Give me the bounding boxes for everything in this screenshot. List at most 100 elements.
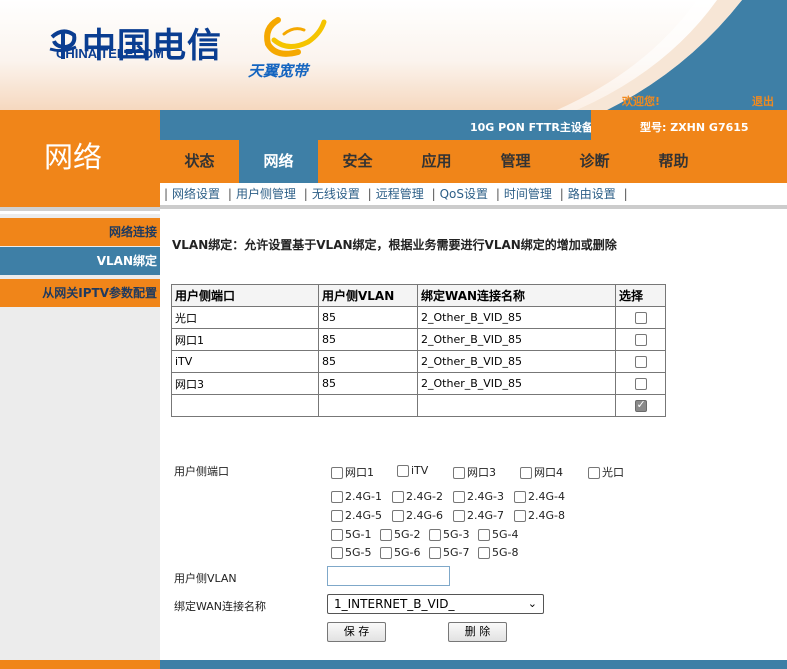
row-select-checkbox[interactable] [634,378,647,390]
port-option-5g-5[interactable]: 5G-5 [331,546,372,559]
option-label: 5G-2 [394,528,421,541]
port-option-itv[interactable]: iTV [397,464,428,477]
checkbox[interactable] [514,491,526,503]
port-option-24g-7[interactable]: 2.4G-7 [453,509,504,522]
option-label: 5G-5 [345,546,372,559]
footer-bar-left [0,660,160,669]
cell-port: 网口1 [171,328,319,351]
checkbox[interactable] [429,529,441,541]
port-option-lan3[interactable]: 网口3 [453,464,496,480]
subnav-qos-settings[interactable]: QoS设置 [440,187,488,201]
port-option-24g-2[interactable]: 2.4G-2 [392,490,443,503]
port-option-lan1[interactable]: 网口1 [331,464,374,480]
checkbox[interactable] [478,547,490,559]
subnav-network-settings[interactable]: 网络设置 [172,187,220,201]
cell-wan: 2_Other_B_VID_85 [417,328,616,351]
tab-status[interactable]: 状态 [160,140,239,183]
subnav-remote-management[interactable]: 远程管理 [376,187,424,201]
port-option-optical[interactable]: 光口 [588,464,624,480]
header-swoosh-decoration [557,0,787,110]
option-label: 网口1 [345,466,374,479]
footer-bar-right [160,660,787,669]
checkbox[interactable] [331,529,343,541]
option-label: 2.4G-8 [528,509,565,522]
tab-management[interactable]: 管理 [476,140,555,183]
port-option-5g-2[interactable]: 5G-2 [380,528,421,541]
cell-port: 光口 [171,306,319,329]
row-select-checkbox[interactable] [634,312,647,324]
option-label: 2.4G-2 [406,490,443,503]
checkbox[interactable] [453,491,465,503]
checkbox[interactable] [429,547,441,559]
checkbox[interactable] [331,510,343,522]
wan-selected-value: 1_INTERNET_B_VID_ [334,597,455,611]
select-all-checkbox[interactable] [634,398,647,412]
subnav-separator: | [623,187,628,201]
device-model: 型号: ZXHN G7615 [640,121,749,134]
port-option-24g-1[interactable]: 2.4G-1 [331,490,382,503]
subnav-user-side-management[interactable]: 用户侧管理 [236,187,296,201]
port-option-24g-8[interactable]: 2.4G-8 [514,509,565,522]
checkbox[interactable] [520,467,532,479]
checkbox[interactable] [588,467,600,479]
section-title: 网络 [44,140,103,174]
cell-port: 网口3 [171,372,319,395]
port-option-5g-1[interactable]: 5G-1 [331,528,372,541]
chevron-down-icon: ⌄ [527,597,537,610]
table-row [171,394,666,417]
port-option-5g-8[interactable]: 5G-8 [478,546,519,559]
port-option-5g-4[interactable]: 5G-4 [478,528,519,541]
port-option-24g-5[interactable]: 2.4G-5 [331,509,382,522]
cell-port [171,394,319,417]
checkbox[interactable] [331,467,343,479]
sidebar-item-vlan-binding[interactable]: VLAN绑定 [0,247,160,275]
subnav-separator: | [164,187,169,201]
port-option-5g-3[interactable]: 5G-3 [429,528,470,541]
port-option-24g-4[interactable]: 2.4G-4 [514,490,565,503]
checkbox[interactable] [392,510,404,522]
tab-application[interactable]: 应用 [397,140,476,183]
vlan-binding-table: 用户侧端口 用户侧VLAN 绑定WAN连接名称 选择 光口 85 2_Other… [171,284,666,417]
option-label: 2.4G-7 [467,509,504,522]
subnav-separator: | [227,187,232,201]
checkbox[interactable] [453,510,465,522]
checkbox[interactable] [331,491,343,503]
port-option-24g-3[interactable]: 2.4G-3 [453,490,504,503]
tab-help[interactable]: 帮助 [634,140,713,183]
user-vlan-label: 用户侧VLAN [174,572,237,585]
save-button[interactable]: 保 存 [327,622,386,642]
subnav-wireless-settings[interactable]: 无线设置 [312,187,360,201]
port-option-5g-7[interactable]: 5G-7 [429,546,470,559]
subnav-route-settings[interactable]: 路由设置 [568,187,616,201]
tab-security[interactable]: 安全 [318,140,397,183]
port-option-24g-6[interactable]: 2.4G-6 [392,509,443,522]
checkbox[interactable] [453,467,465,479]
row-select-checkbox[interactable] [634,356,647,368]
checkbox[interactable] [397,465,409,477]
user-vlan-input[interactable] [327,566,450,586]
checkbox[interactable] [514,510,526,522]
cell-port: iTV [171,350,319,373]
checkbox[interactable] [380,547,392,559]
tab-network[interactable]: 网络 [239,140,318,183]
wan-connection-select[interactable]: 1_INTERNET_B_VID_ ⌄ [327,594,544,614]
option-label: 5G-3 [443,528,470,541]
checkbox[interactable] [478,529,490,541]
delete-button[interactable]: 删 除 [448,622,507,642]
tab-diagnosis[interactable]: 诊断 [555,140,634,183]
welcome-text: 欢迎您! [622,95,661,108]
cell-vlan: 85 [318,350,418,373]
option-label: 2.4G-5 [345,509,382,522]
option-label: 光口 [602,466,624,479]
sidebar-item-network-connection[interactable]: 网络连接 [0,218,160,246]
checkbox[interactable] [380,529,392,541]
logout-link[interactable]: 退出 [752,93,774,109]
port-option-lan4[interactable]: 网口4 [520,464,563,480]
user-port-label: 用户侧端口 [174,465,229,478]
port-option-5g-6[interactable]: 5G-6 [380,546,421,559]
subnav-time-management[interactable]: 时间管理 [504,187,552,201]
sidebar-item-iptv-config[interactable]: 从网关IPTV参数配置 [0,279,160,307]
checkbox[interactable] [392,491,404,503]
row-select-checkbox[interactable] [634,334,647,346]
checkbox[interactable] [331,547,343,559]
